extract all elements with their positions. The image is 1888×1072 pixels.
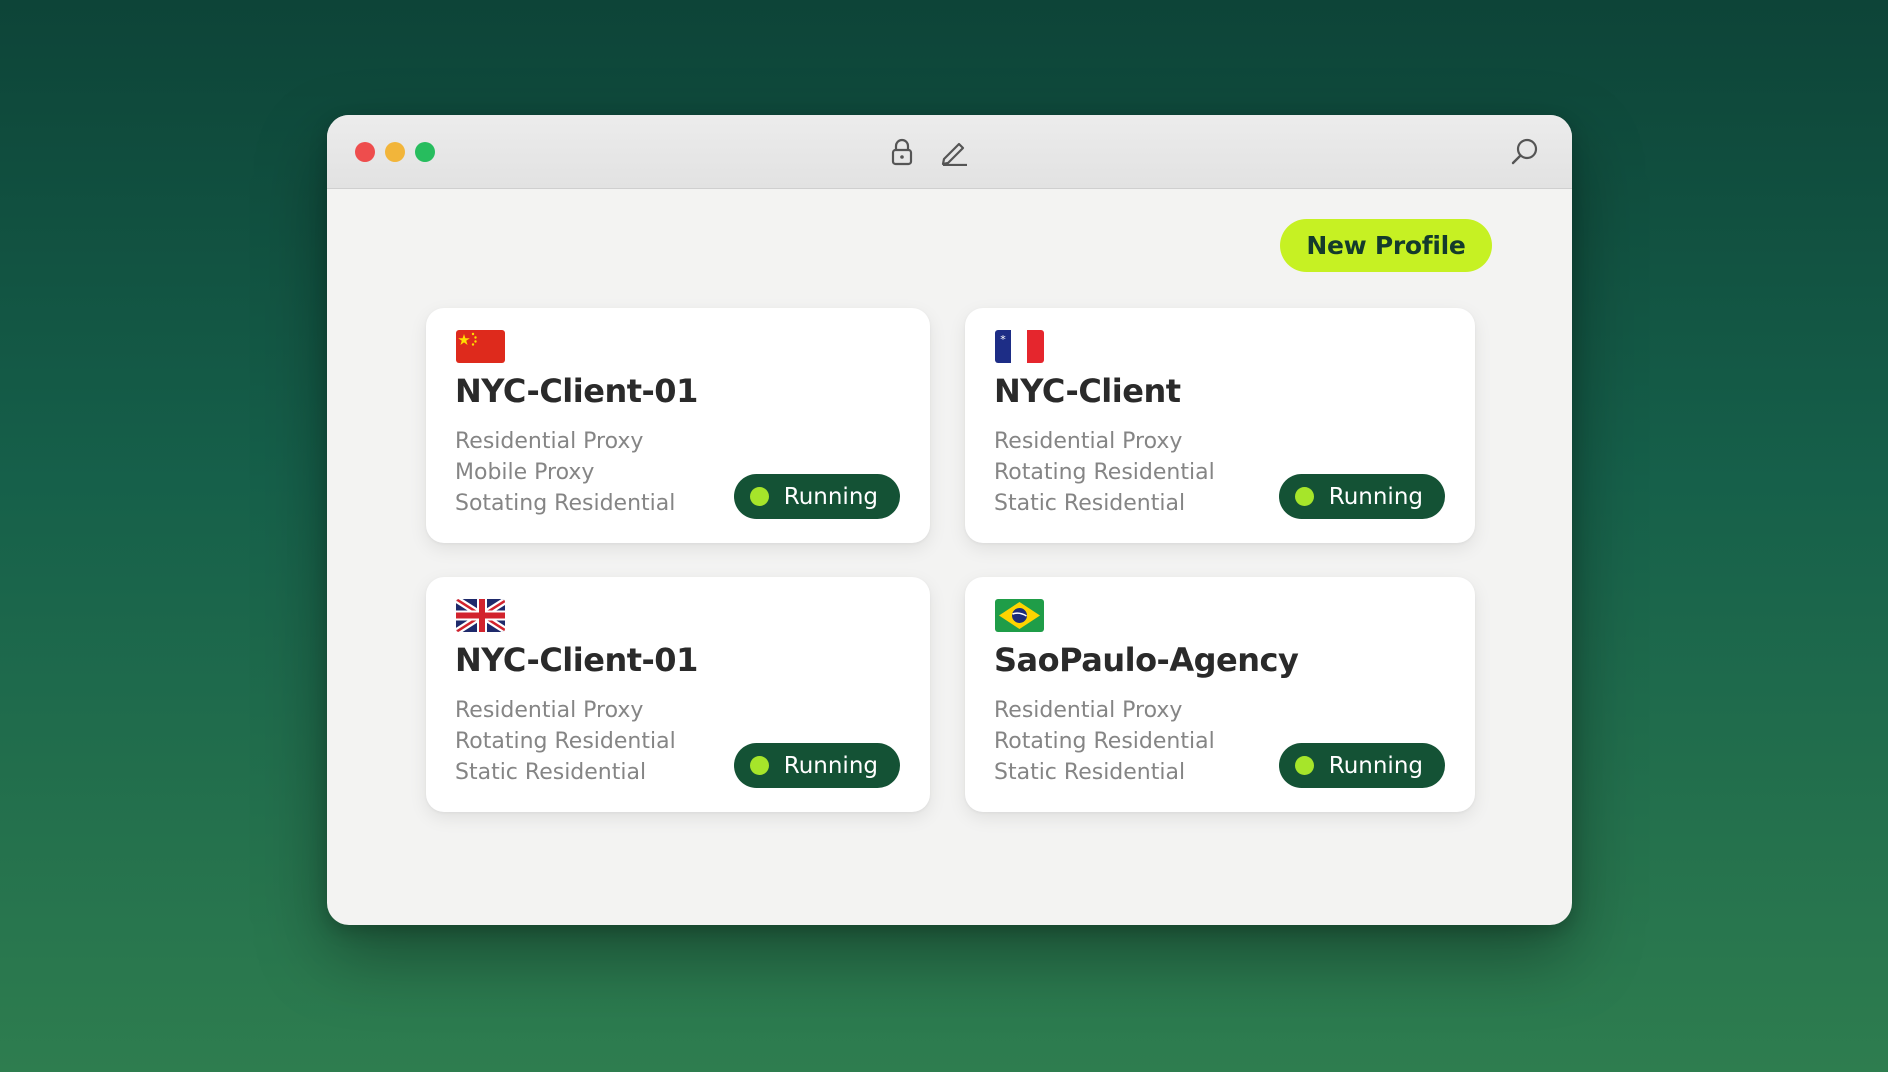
pen-icon[interactable] bbox=[938, 136, 970, 168]
uk-flag-icon bbox=[456, 599, 505, 632]
status-badge[interactable]: Running bbox=[1278, 474, 1445, 519]
status-badge[interactable]: Running bbox=[733, 474, 900, 519]
proxy-type-list: Residential Proxy Rotating Residential S… bbox=[994, 695, 1215, 788]
profile-card[interactable]: SaoPaulo-Agency Residential Proxy Rotati… bbox=[965, 577, 1475, 812]
new-profile-button[interactable]: New Profile bbox=[1280, 219, 1492, 272]
proxy-type-item: Residential Proxy bbox=[455, 698, 644, 723]
france-flag-icon: * bbox=[995, 330, 1044, 363]
lock-icon[interactable] bbox=[886, 136, 918, 168]
status-dot-icon bbox=[1294, 756, 1314, 775]
minimize-window-button[interactable] bbox=[385, 142, 405, 162]
proxy-type-item: Rotating Residential bbox=[994, 460, 1215, 485]
title-bar bbox=[327, 115, 1572, 189]
proxy-type-item: Rotating Residential bbox=[455, 729, 676, 754]
proxy-type-item: Rotating Residential bbox=[994, 729, 1215, 754]
profile-card[interactable]: NYC-Client-01 Residential Proxy Rotating… bbox=[426, 577, 930, 812]
status-dot-icon bbox=[749, 756, 769, 775]
china-flag-icon bbox=[456, 330, 505, 363]
proxy-type-list: Residential Proxy Rotating Residential S… bbox=[455, 695, 676, 788]
status-dot-icon bbox=[749, 487, 769, 506]
profile-card[interactable]: NYC-Client-01 Residential Proxy Mobile P… bbox=[426, 308, 930, 543]
status-badge[interactable]: Running bbox=[1278, 743, 1445, 788]
profile-card[interactable]: * NYC-Client Residential Proxy Rotating … bbox=[965, 308, 1475, 543]
brazil-flag-icon bbox=[995, 599, 1044, 632]
proxy-type-item: Residential Proxy bbox=[994, 698, 1183, 723]
status-label: Running bbox=[1328, 483, 1423, 510]
profile-name: SaoPaulo-Agency bbox=[994, 641, 1299, 679]
proxy-type-item: Static Residential bbox=[994, 491, 1186, 516]
proxy-type-item: Residential Proxy bbox=[455, 429, 644, 454]
close-window-button[interactable] bbox=[355, 142, 375, 162]
status-label: Running bbox=[783, 752, 878, 779]
proxy-type-item: Static Residential bbox=[994, 760, 1186, 785]
proxy-type-item: Static Residential bbox=[455, 760, 647, 785]
proxy-type-item: Residential Proxy bbox=[994, 429, 1183, 454]
app-window: New Profile NYC-Client-01 Residential Pr… bbox=[327, 115, 1572, 925]
profile-name: NYC-Client-01 bbox=[455, 372, 698, 410]
profile-name: NYC-Client bbox=[994, 372, 1181, 410]
maximize-window-button[interactable] bbox=[415, 142, 435, 162]
status-badge[interactable]: Running bbox=[733, 743, 900, 788]
svg-text:*: * bbox=[1000, 333, 1006, 346]
proxy-type-item: Sotating Residential bbox=[455, 491, 676, 516]
proxy-type-list: Residential Proxy Mobile Proxy Sotating … bbox=[455, 426, 675, 519]
profile-name: NYC-Client-01 bbox=[455, 641, 698, 679]
proxy-type-item: Mobile Proxy bbox=[455, 460, 595, 485]
proxy-type-list: Residential Proxy Rotating Residential S… bbox=[994, 426, 1215, 519]
status-label: Running bbox=[1328, 752, 1423, 779]
status-label: Running bbox=[783, 483, 878, 510]
search-icon[interactable] bbox=[1509, 136, 1541, 168]
status-dot-icon bbox=[1294, 487, 1314, 506]
